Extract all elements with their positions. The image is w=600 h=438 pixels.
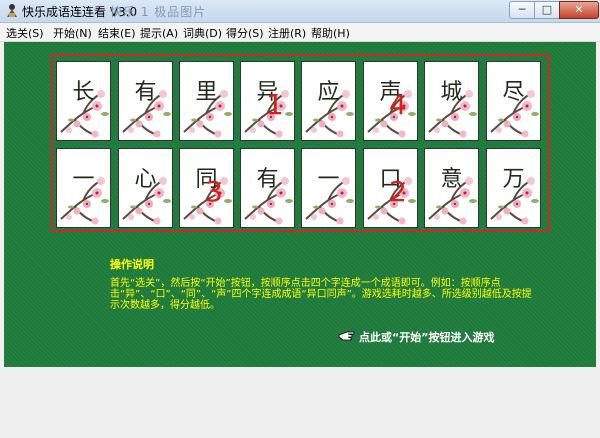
card-character: 一 bbox=[317, 167, 340, 192]
idiom-card[interactable]: 意 bbox=[424, 148, 479, 228]
title-ghost-text: 快乐 1 极品图片 bbox=[110, 5, 207, 19]
card-order-number: 1 bbox=[266, 88, 284, 121]
card-order-number: 2 bbox=[389, 175, 407, 208]
card-order-number: 3 bbox=[205, 175, 223, 208]
card-character: 城 bbox=[440, 80, 463, 105]
maximize-button[interactable]: □ bbox=[534, 1, 560, 19]
start-game-link[interactable]: 点此或“开始”按钮进入游戏 bbox=[338, 329, 494, 345]
start-game-text[interactable]: 点此或“开始”按钮进入游戏 bbox=[359, 331, 494, 344]
minimize-button[interactable]: ─ bbox=[509, 1, 535, 19]
idiom-card[interactable]: 长 bbox=[56, 61, 111, 141]
close-button[interactable]: ✕ bbox=[559, 1, 599, 19]
idiom-card[interactable]: 心 bbox=[118, 148, 173, 228]
idiom-card[interactable]: 有 bbox=[240, 148, 295, 228]
menu-bar: 选关(S) 开始(N) 结束(E) 提示(A) 词典(D) 得分(S) 注册(R… bbox=[0, 23, 600, 42]
card-character: 长 bbox=[72, 80, 95, 105]
menu-start[interactable]: 开始(N) bbox=[53, 25, 92, 41]
idiom-card[interactable]: 声4 bbox=[363, 61, 418, 141]
idiom-card[interactable]: 有 bbox=[118, 61, 173, 141]
card-character: 万 bbox=[502, 167, 525, 192]
card-character: 有 bbox=[134, 80, 157, 105]
idiom-card[interactable]: 口2 bbox=[363, 148, 418, 228]
menu-score[interactable]: 得分(S) bbox=[226, 25, 264, 41]
pointing-hand-icon bbox=[338, 329, 356, 344]
menu-hint[interactable]: 提示(A) bbox=[140, 25, 178, 41]
card-order-number: 4 bbox=[389, 88, 407, 121]
idiom-card[interactable]: 一 bbox=[301, 148, 356, 228]
idiom-card[interactable]: 异1 bbox=[240, 61, 295, 141]
card-character: 应 bbox=[317, 80, 340, 105]
idiom-card[interactable]: 同3 bbox=[179, 148, 234, 228]
status-area bbox=[0, 367, 600, 438]
idiom-card[interactable]: 应 bbox=[301, 61, 356, 141]
app-icon bbox=[7, 4, 17, 17]
idiom-card[interactable]: 万 bbox=[486, 148, 541, 228]
instructions-title: 操作说明 bbox=[110, 258, 154, 271]
menu-help[interactable]: 帮助(H) bbox=[311, 25, 350, 41]
card-character: 一 bbox=[72, 167, 95, 192]
menu-select-level[interactable]: 选关(S) bbox=[6, 25, 44, 41]
title-bar: 快乐成语连连看 V3.0 快乐 1 极品图片 ─ □ ✕ bbox=[0, 0, 600, 23]
idiom-card[interactable]: 尽 bbox=[486, 61, 541, 141]
card-character: 尽 bbox=[502, 80, 525, 105]
menu-register[interactable]: 注册(R) bbox=[268, 25, 306, 41]
card-character: 心 bbox=[134, 167, 157, 192]
idiom-card[interactable]: 一 bbox=[56, 148, 111, 228]
menu-end[interactable]: 结束(E) bbox=[98, 25, 136, 41]
card-character: 里 bbox=[195, 80, 218, 105]
instructions-text: 首先“选关”，然后按“开始”按钮，按顺序点击四个字连成一个成语即可。例如：按顺序… bbox=[110, 278, 532, 311]
idiom-card[interactable]: 城 bbox=[424, 61, 479, 141]
card-character: 意 bbox=[440, 167, 463, 192]
card-character: 有 bbox=[256, 167, 279, 192]
idiom-card[interactable]: 里 bbox=[179, 61, 234, 141]
menu-dictionary[interactable]: 词典(D) bbox=[183, 25, 222, 41]
